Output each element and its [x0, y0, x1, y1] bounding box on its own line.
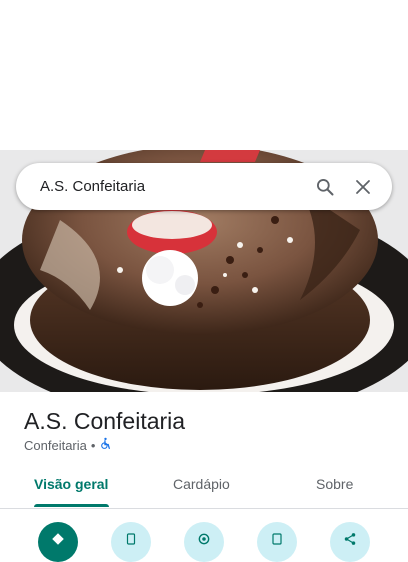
separator-dot: • [90, 437, 96, 453]
place-category: Confeitaria [24, 437, 87, 453]
place-tabs: Visão geral Cardápio Sobre [0, 468, 408, 509]
close-icon[interactable] [352, 176, 374, 198]
search-query[interactable]: A.S. Confeitaria [40, 178, 314, 195]
search-bar[interactable]: A.S. Confeitaria [16, 163, 392, 210]
place-subtitle: Confeitaria • [24, 437, 112, 453]
share-button[interactable] [330, 522, 370, 562]
save-icon [271, 532, 283, 562]
accessibility-icon [99, 437, 112, 453]
call-button[interactable] [111, 522, 151, 562]
action-row [0, 520, 408, 562]
active-tab-indicator [34, 504, 109, 507]
place-title: A.S. Confeitaria [24, 408, 186, 434]
tab-overview[interactable]: Visão geral [34, 476, 108, 492]
directions-icon [51, 532, 65, 562]
share-location-button[interactable] [184, 522, 224, 562]
save-button[interactable] [257, 522, 297, 562]
tab-about[interactable]: Sobre [316, 476, 353, 492]
directions-button[interactable] [38, 522, 78, 562]
share-icon [343, 532, 357, 562]
phone-icon [125, 532, 137, 562]
search-icon[interactable] [314, 176, 336, 198]
share-location-icon [197, 532, 211, 562]
tab-menu[interactable]: Cardápio [173, 476, 230, 492]
